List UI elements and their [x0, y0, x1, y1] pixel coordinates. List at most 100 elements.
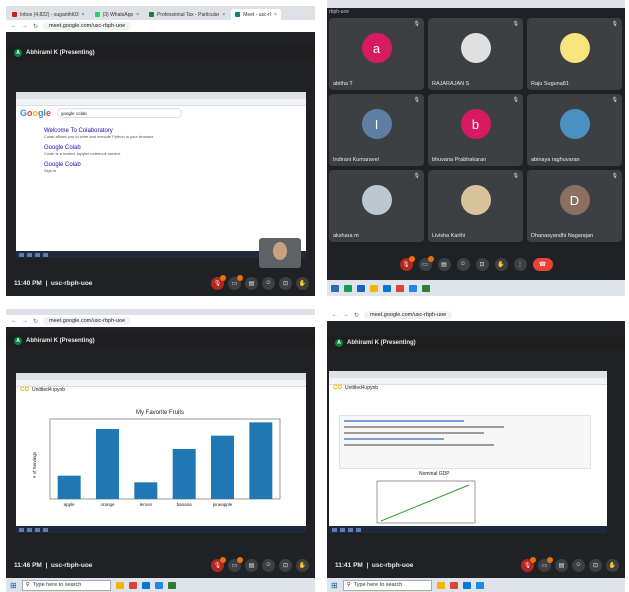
app-icon[interactable] [331, 284, 339, 292]
reactions-button[interactable]: ☺ [456, 257, 470, 271]
participant-name: abinaya raghuvaran [531, 157, 580, 163]
line-chart-title: Nominal GDP [419, 471, 450, 477]
mic-muted-icon: 🎙 [512, 21, 519, 27]
chrome-icon[interactable] [449, 581, 458, 589]
taskbar-search[interactable]: ⚲ Type here to search [342, 579, 432, 591]
search-input[interactable]: google colab [57, 108, 183, 118]
tab-gmail[interactable]: Inbox (4,822) - sugantht03 × [8, 9, 89, 20]
shared-screen: CO Untitled4.ipynb Nominal GDP [329, 371, 607, 533]
result-item[interactable]: Welcome To Colaboratory Colab allows you… [44, 128, 214, 139]
reload-icon[interactable]: ↻ [33, 23, 38, 30]
raise-hand-button[interactable]: ✋ [494, 257, 508, 271]
tab-label: Inbox (4,822) - sugantht03 [20, 11, 79, 18]
mic-off-button[interactable]: 🎙 [211, 274, 226, 290]
present-button[interactable]: ⊡ [279, 276, 292, 290]
raise-hand-button[interactable]: ✋ [606, 558, 619, 572]
folder-icon[interactable] [436, 581, 445, 589]
notebook-title[interactable]: Untitled4.ipynb [32, 387, 65, 393]
chrome-icon[interactable] [396, 284, 404, 292]
back-icon[interactable]: ← [11, 23, 17, 29]
camera-button[interactable]: ▭ [538, 556, 553, 572]
camera-button[interactable]: ▭ [418, 255, 434, 271]
participant-tile[interactable]: 🎙 D Dhanasyandhi Nagarajan [527, 170, 622, 242]
participant-tile[interactable]: 🎙 Livisha Karthi [428, 170, 523, 242]
reactions-button[interactable]: ☺ [572, 558, 585, 572]
avatar: A [335, 339, 343, 347]
present-button[interactable]: ⊡ [279, 558, 292, 572]
profile-photo [559, 33, 590, 64]
shared-taskbar [16, 526, 306, 533]
raise-hand-button[interactable]: ✋ [296, 558, 309, 572]
leave-call-button[interactable]: ☎ [532, 257, 553, 271]
chrome-icon[interactable] [128, 581, 137, 589]
mic-off-button[interactable]: 🎙 [211, 556, 226, 572]
participant-name: Raju Suguna81 [531, 81, 569, 87]
gmail-icon [12, 12, 17, 17]
captions-button[interactable]: ▤ [437, 257, 451, 271]
meeting-clock: 11:46 PM | usc-rbph-uoe [14, 561, 93, 569]
close-icon[interactable]: × [82, 12, 85, 18]
participant-tile[interactable]: 🎙 abinaya raghuvaran [527, 94, 622, 166]
app-icon[interactable] [475, 581, 484, 589]
app-icon[interactable] [357, 284, 365, 292]
camera-button[interactable]: ▭ [228, 556, 243, 572]
reload-icon[interactable]: ↻ [354, 312, 359, 319]
notebook-title[interactable]: Untitled4.ipynb [345, 385, 378, 391]
url-field[interactable]: meet.google.com/usc-rbph-uoe [364, 311, 453, 319]
folder-icon[interactable] [115, 581, 124, 589]
app-icon[interactable] [167, 581, 176, 589]
url-field[interactable]: meet.google.com/usc-rbph-uoe [43, 22, 132, 30]
participant-tile[interactable]: 🎙 RAJARAJAN S [428, 18, 523, 90]
meeting-code: usc-rbph-uoe [50, 561, 93, 569]
windows-logo-icon[interactable]: ⊞ [10, 581, 17, 590]
mail-icon[interactable] [141, 581, 150, 589]
windows-logo-icon[interactable]: ⊞ [331, 581, 338, 590]
reactions-button[interactable]: ☺ [262, 558, 275, 572]
raise-hand-button[interactable]: ✋ [296, 276, 309, 290]
present-button[interactable]: ⊡ [589, 558, 602, 572]
tab-professional-tax[interactable]: Professional Tax - Particular × [145, 9, 230, 20]
app-icon[interactable] [422, 284, 430, 292]
app-icon[interactable] [409, 284, 417, 292]
participant-tile[interactable]: 🎙 I Indirani Kumaravel [329, 94, 424, 166]
reactions-button[interactable]: ☺ [262, 276, 275, 290]
camera-button[interactable]: ▭ [228, 274, 243, 290]
participant-tile[interactable]: 🎙 a abitha T [329, 18, 424, 90]
participant-name: akshara m [333, 233, 359, 239]
participant-tile[interactable]: 🎙 b bhuvana Prabhakaran [428, 94, 523, 166]
tab-meet[interactable]: Meet - usc-rl × [231, 9, 281, 20]
forward-icon[interactable]: → [22, 318, 28, 324]
mail-icon[interactable] [383, 284, 391, 292]
folder-icon[interactable] [370, 284, 378, 292]
mic-off-button[interactable]: 🎙 [521, 556, 536, 572]
captions-button[interactable]: ▤ [555, 558, 568, 572]
url-field[interactable]: meet.google.com/usc-rbph-uoe [43, 317, 132, 325]
captions-button[interactable]: ▤ [245, 276, 258, 290]
avatar: a [361, 33, 392, 64]
close-icon[interactable]: × [136, 12, 139, 18]
back-icon[interactable]: ← [332, 312, 338, 318]
participant-tile[interactable]: 🎙 Raju Suguna81 [527, 18, 622, 90]
shared-tabs [16, 92, 306, 99]
forward-icon[interactable]: → [343, 312, 349, 318]
taskbar-search[interactable]: ⚲ Type here to search [21, 579, 111, 591]
mail-icon[interactable] [462, 581, 471, 589]
app-icon[interactable] [154, 581, 163, 589]
result-item[interactable]: Google Colab Sign in [44, 162, 214, 173]
time-label: 11:46 PM [14, 561, 42, 569]
captions-button[interactable]: ▤ [245, 558, 258, 572]
back-icon[interactable]: ← [11, 318, 17, 324]
close-icon[interactable]: × [274, 12, 277, 18]
result-item[interactable]: Google Colab Colab is a hosted Jupyter n… [44, 145, 214, 156]
more-options-button[interactable]: ⋮ [513, 257, 527, 271]
reload-icon[interactable]: ↻ [33, 318, 38, 325]
tab-whatsapp[interactable]: (3) WhatsApp × [90, 9, 144, 20]
forward-icon[interactable]: → [22, 23, 28, 29]
app-icon[interactable] [344, 284, 352, 292]
participant-tile[interactable]: 🎙 akshara m [329, 170, 424, 242]
close-icon[interactable]: × [222, 12, 225, 18]
windows-taskbar: ⊞ ⚲ Type here to search [6, 578, 315, 592]
present-button[interactable]: ⊡ [475, 257, 489, 271]
code-cell[interactable] [339, 415, 591, 469]
mic-off-button[interactable]: 🎙 [399, 255, 415, 271]
